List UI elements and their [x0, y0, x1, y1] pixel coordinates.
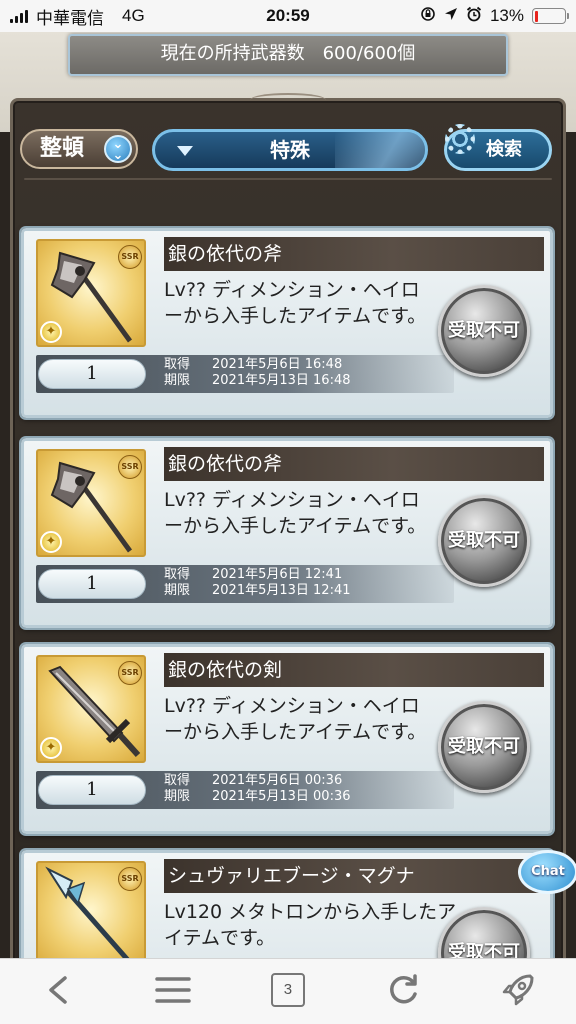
rarity-badge: SSR — [118, 867, 142, 891]
chat-button[interactable]: Chat — [518, 850, 576, 894]
item-thumbnail: SSR ✦ — [36, 239, 146, 347]
status-left: 中華電信 4G — [10, 4, 210, 29]
battery-icon — [532, 8, 569, 24]
tabs-button[interactable]: 3 — [260, 965, 316, 1015]
rarity-badge: SSR — [118, 661, 142, 685]
expiry-date: 2021年5月13日 16:48 — [212, 373, 351, 388]
expiry-date: 2021年5月13日 00:36 — [212, 789, 351, 804]
search-label: 検索 — [486, 139, 522, 160]
status-bar: 中華電信 4G 20:59 13% — [0, 0, 576, 32]
item-card: SSR ✦ 銀の依代の斧 Lv?? ディメンション・ヘイローから入手したアイテム… — [21, 228, 553, 418]
claim-button-disabled[interactable]: 受取不可 — [438, 495, 530, 587]
expiry-label: 期限 — [164, 583, 191, 598]
filter-label: 特殊 — [270, 138, 310, 162]
back-button[interactable] — [30, 965, 86, 1015]
light-element-icon: ✦ — [40, 737, 62, 759]
acquired-date: 2021年5月6日 16:48 — [212, 357, 343, 372]
quantity-badge: 1 — [38, 569, 146, 599]
orientation-lock-icon — [420, 6, 436, 27]
claim-button-disabled[interactable]: 受取不可 — [438, 285, 530, 377]
item-name: シュヴァリエブージ・マグナ — [164, 859, 544, 893]
frame-ornament — [250, 93, 326, 107]
quantity-badge: 1 — [38, 359, 146, 389]
carrier-name: 中華電信 — [36, 8, 104, 28]
item-description: Lv?? ディメンション・ヘイローから入手したアイテムです。 — [164, 489, 427, 537]
menu-icon — [155, 976, 191, 1003]
item-card: SSR シュヴァリエブージ・マグナ Lv120 メタトロンから入手したアイテムで… — [21, 850, 553, 958]
filter-dropdown[interactable]: 特殊 — [152, 129, 428, 171]
acquired-label: 取得 — [164, 567, 191, 582]
menu-button[interactable] — [145, 965, 201, 1015]
expiry-date: 2021年5月13日 12:41 — [212, 583, 351, 598]
location-icon — [444, 6, 458, 26]
gear-icon — [445, 124, 475, 154]
item-description: Lv120 メタトロンから入手したアイテムです。 — [164, 901, 457, 949]
rarity-badge: SSR — [118, 245, 142, 269]
battery-percent: 13% — [489, 6, 524, 25]
item-card: SSR ✦ 銀の依代の剣 Lv?? ディメンション・ヘイローから入手したアイテム… — [21, 644, 553, 834]
rarity-badge: SSR — [118, 455, 142, 479]
item-name: 銀の依代の斧 — [164, 237, 544, 271]
status-right: 13% — [420, 6, 569, 27]
acquired-date: 2021年5月6日 00:36 — [212, 773, 343, 788]
tabs-icon: 3 — [270, 972, 305, 1007]
item-thumbnail: SSR ✦ — [36, 449, 146, 557]
reload-button[interactable] — [375, 965, 431, 1015]
rocket-icon — [503, 973, 534, 1005]
back-icon — [48, 975, 67, 1004]
light-element-icon: ✦ — [40, 531, 62, 553]
rocket-button[interactable] — [490, 965, 546, 1015]
network-type: 4G — [122, 6, 145, 25]
reload-icon — [390, 973, 417, 1003]
acquired-date: 2021年5月6日 12:41 — [212, 567, 343, 582]
item-thumbnail: SSR — [36, 861, 146, 958]
search-button[interactable]: 検索 — [444, 124, 552, 171]
item-name: 銀の依代の斧 — [164, 447, 544, 481]
filter-shine — [335, 132, 425, 168]
acquired-label: 取得 — [164, 357, 191, 372]
claim-button-disabled[interactable]: 受取不可 — [438, 701, 530, 793]
item-card: SSR ✦ 銀の依代の斧 Lv?? ディメンション・ヘイローから入手したアイテム… — [21, 438, 553, 628]
light-element-icon: ✦ — [40, 321, 62, 343]
item-thumbnail: SSR ✦ — [36, 655, 146, 763]
sort-label: 整頓 — [40, 136, 85, 161]
expiry-label: 期限 — [164, 789, 191, 804]
divider — [24, 178, 552, 180]
expiry-label: 期限 — [164, 373, 191, 388]
dropdown-arrow-icon — [177, 146, 193, 156]
weapon-count-bar: 現在の所持武器数 600/600個 — [68, 34, 508, 76]
game-view: 現在の所持武器数 600/600個 整頓 ⌄ ⌄ 特殊 検索 SSR ✦ 銀の依代… — [0, 32, 576, 958]
sort-button[interactable]: 整頓 ⌄ ⌄ — [20, 129, 138, 169]
quantity-badge: 1 — [38, 775, 146, 805]
item-description: Lv?? ディメンション・ヘイローから入手したアイテムです。 — [164, 695, 427, 743]
browser-toolbar: 3 — [0, 958, 576, 1024]
cell-signal-icon — [10, 9, 28, 23]
chevron-down-icon: ⌄ ⌄ — [104, 135, 132, 163]
item-description: Lv?? ディメンション・ヘイローから入手したアイテムです。 — [164, 279, 427, 327]
acquired-label: 取得 — [164, 773, 191, 788]
item-name: 銀の依代の剣 — [164, 653, 544, 687]
alarm-icon — [466, 6, 482, 27]
